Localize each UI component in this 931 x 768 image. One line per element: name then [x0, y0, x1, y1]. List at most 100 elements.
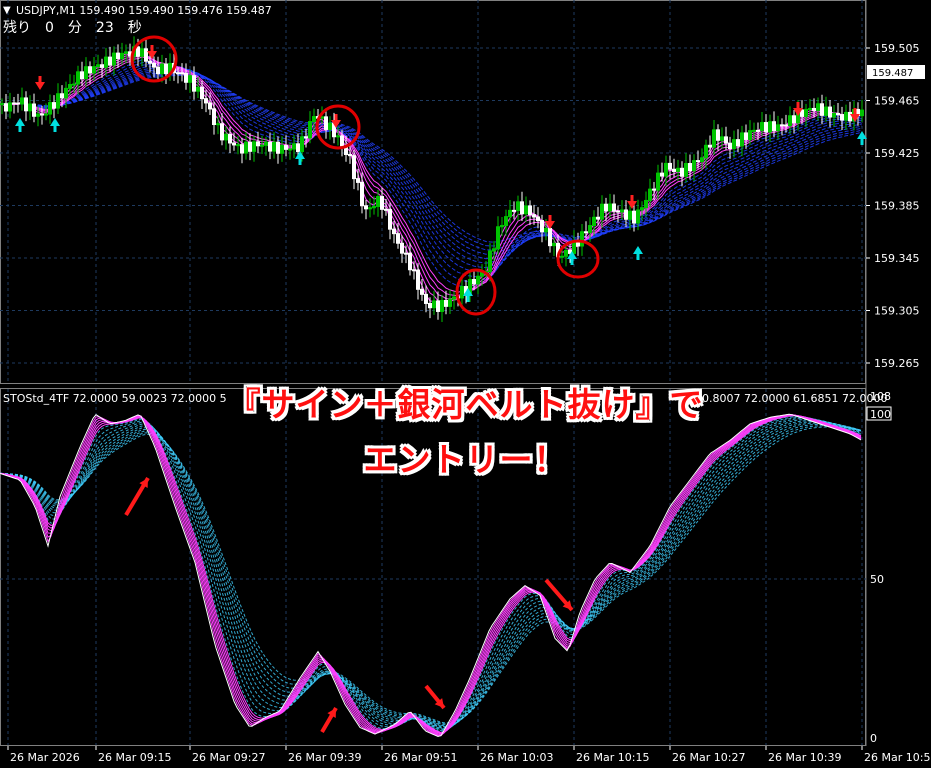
bear-candle: [792, 115, 796, 124]
bear-candle: [668, 162, 672, 170]
indicator-title-tail: 60.8007 72.0000 61.6851 72.0000: [695, 392, 887, 405]
bear-candle: [624, 209, 628, 220]
sell-arrow-icon: [35, 82, 45, 90]
bull-candle: [20, 97, 24, 105]
bull-candle: [336, 135, 340, 138]
sto-slow-line: [0, 418, 862, 730]
sto-slow-line: [0, 422, 862, 727]
bear-candle: [400, 242, 404, 254]
price-axis: 159.505 159.465 159.425 159.385 159.345 159.3…: [866, 42, 920, 370]
buy-arrow-stem: [18, 126, 22, 132]
bull-candle: [48, 102, 52, 115]
bear-candle: [208, 102, 212, 110]
bull-candle: [376, 196, 380, 207]
bull-candle: [112, 52, 116, 66]
bear-candle: [680, 167, 684, 177]
bull-candle: [8, 102, 12, 112]
bull-candle: [264, 141, 268, 146]
sto-fast-line: [0, 413, 862, 737]
bull-candle: [312, 116, 316, 123]
bull-candle: [748, 130, 752, 140]
bull-candle: [300, 136, 304, 153]
bull-candle: [432, 300, 436, 309]
bear-candle: [836, 112, 840, 116]
bull-candle: [816, 103, 820, 112]
bear-candle: [528, 205, 532, 216]
bear-candle: [540, 220, 544, 233]
bull-candle: [588, 225, 592, 233]
bear-candle: [356, 178, 360, 183]
price-tick-label: 159.305: [874, 305, 920, 318]
bear-candle: [204, 98, 208, 104]
bear-candle: [60, 93, 64, 99]
bull-candle: [328, 122, 332, 130]
bull-candle: [564, 249, 568, 257]
bear-candle: [396, 233, 400, 244]
annotations: [124, 35, 600, 734]
ind-scale-0: 0: [870, 732, 877, 745]
bear-candle: [444, 299, 448, 307]
bear-candle: [12, 102, 16, 105]
bull-candle: [280, 145, 284, 154]
bull-candle: [720, 136, 724, 141]
bull-candle: [368, 207, 372, 210]
sto-slow-line: [0, 425, 862, 725]
bear-candle: [352, 155, 356, 180]
buy-arrow-icon: [15, 118, 25, 126]
bear-candle: [408, 252, 412, 271]
bear-candle: [744, 132, 748, 140]
bear-candle: [80, 71, 84, 80]
bear-candle: [772, 121, 776, 132]
bear-candle: [88, 66, 92, 74]
fast-belt-line: [1, 56, 863, 293]
bull-candle: [160, 63, 164, 75]
bear-candle: [672, 168, 676, 172]
time-axis: 26 Mar 2026 26 Mar 09:15 26 Mar 09:27 26 Ma…: [7, 746, 930, 764]
bear-candle: [436, 300, 440, 312]
buy-arrow-stem: [53, 126, 57, 132]
bear-candle: [716, 129, 720, 141]
bear-candle: [340, 135, 344, 147]
bear-candle: [136, 46, 140, 57]
bear-candle: [420, 288, 424, 295]
bull-candle: [712, 129, 716, 148]
bull-candle: [36, 113, 40, 117]
bull-candle: [92, 66, 96, 74]
bull-candle: [260, 144, 264, 147]
bear-candle: [248, 141, 252, 152]
bull-candle: [196, 86, 200, 92]
bear-candle: [212, 108, 216, 125]
bull-candle: [440, 299, 444, 312]
bear-candle: [828, 106, 832, 118]
bear-candle: [232, 142, 236, 146]
sell-arrow-stem: [150, 45, 154, 51]
bear-candle: [596, 216, 600, 220]
bull-candle: [96, 64, 100, 68]
bear-candle: [304, 136, 308, 139]
bear-candle: [268, 141, 272, 152]
bull-candle: [552, 242, 556, 247]
buy-arrow-icon: [50, 118, 60, 126]
bull-candle: [28, 103, 32, 112]
signal-arrows: [15, 45, 867, 302]
bull-candle: [492, 248, 496, 252]
bear-candle: [148, 60, 152, 64]
bull-candle: [188, 75, 192, 83]
bull-candle: [216, 123, 220, 126]
bear-candle: [472, 279, 476, 285]
bear-candle: [424, 293, 428, 304]
bear-candle: [144, 48, 148, 62]
dropdown-icon[interactable]: ▼: [3, 5, 11, 16]
bear-candle: [520, 201, 524, 215]
bull-candle: [844, 111, 848, 121]
buy-arrow-icon: [295, 151, 305, 159]
trading-chart[interactable]: ▼ USDJPY,M1 159.490 159.490 159.476 159.…: [0, 0, 931, 768]
bull-candle: [640, 207, 644, 211]
slow-belt-line: [1, 73, 863, 251]
bull-candle: [620, 209, 624, 213]
bear-candle: [784, 124, 788, 127]
bear-candle: [536, 216, 540, 222]
slow-belt-line: [1, 66, 863, 273]
bear-candle: [32, 103, 36, 117]
slow-belt-line: [1, 59, 863, 288]
